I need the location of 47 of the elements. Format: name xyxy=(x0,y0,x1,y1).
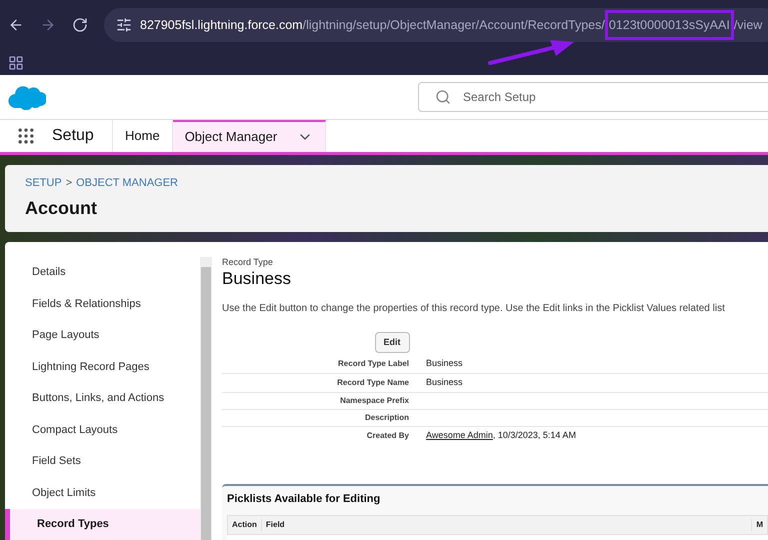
url-text: 827905fsl.lightning.force.com xyxy=(140,16,303,34)
field-value: , 10/3/2023, 5:14 AM xyxy=(492,428,576,442)
field-label: Record Type Name xyxy=(336,377,409,389)
back-icon[interactable] xyxy=(8,17,24,33)
sidebar-item[interactable]: Object Limits xyxy=(5,477,200,508)
edit-button[interactable]: Edit xyxy=(374,332,410,353)
breadcrumb-separator: > xyxy=(66,176,72,191)
sidebar-item[interactable]: Details xyxy=(5,257,200,288)
field-value: Business xyxy=(426,357,463,370)
search-field[interactable]: Search Setup xyxy=(418,82,768,112)
record-type-title: Business xyxy=(222,270,292,288)
url-tail: /view xyxy=(734,16,762,34)
reload-icon[interactable] xyxy=(72,17,88,33)
column-header: M xyxy=(751,518,767,530)
cloud-logo-icon xyxy=(8,84,46,110)
field-label: Record Type Label xyxy=(337,358,409,370)
sidebar-item[interactable]: Field Sets xyxy=(5,446,200,478)
field-value: Business xyxy=(426,376,463,390)
field-label: Namespace Prefix xyxy=(339,395,409,407)
column-header: Action xyxy=(231,518,258,530)
sidebar-item[interactable]: Buttons, Links, and Actions xyxy=(5,382,200,414)
field-label: Created By xyxy=(366,430,409,442)
breadcrumb-link[interactable]: SETUP xyxy=(25,174,62,192)
column-header: Field xyxy=(260,518,752,530)
user-link[interactable]: Awesome Admin xyxy=(426,428,493,442)
sidebar-item[interactable]: Fields & Relationships xyxy=(5,288,200,320)
app-name: Setup xyxy=(52,126,94,146)
scrollbar[interactable] xyxy=(200,257,212,540)
breadcrumb-link[interactable]: OBJECT MANAGER xyxy=(76,174,178,192)
search-icon xyxy=(435,89,451,105)
sidebar-item[interactable]: Record Types xyxy=(5,508,200,540)
highlighted-record-id: 0123t0000013sSyAAI xyxy=(604,10,734,40)
url-path: /lightning/setup/ObjectManager/Account/RecordTypes/ xyxy=(302,16,605,34)
nav-tab[interactable]: Object Manager xyxy=(172,120,326,152)
app-launcher-icon[interactable] xyxy=(16,126,36,146)
description-text: Use the Edit button to change the properties of this record type. Use the Edit links in the Picklist Values related list xyxy=(222,302,726,316)
page-title: Account xyxy=(25,197,98,220)
record-type-eyebrow: Record Type xyxy=(222,256,274,269)
sidebar-item[interactable]: Lightning Record Pages xyxy=(5,351,200,383)
forward-icon[interactable] xyxy=(40,17,56,33)
apps-icon[interactable] xyxy=(8,54,24,70)
address-bar[interactable]: 827905fsl.lightning.force.com/lightning/setup/ObjectManager/Account/RecordTypes/ 0123t0000013sSyAAI /view xyxy=(104,8,768,42)
section-title: Picklists Available for Editing xyxy=(227,492,382,507)
site-settings-icon[interactable] xyxy=(116,17,132,33)
field-label: Description xyxy=(364,412,409,424)
sidebar-item[interactable]: Compact Layouts xyxy=(5,414,200,446)
sidebar-item[interactable]: Page Layouts xyxy=(5,320,200,352)
